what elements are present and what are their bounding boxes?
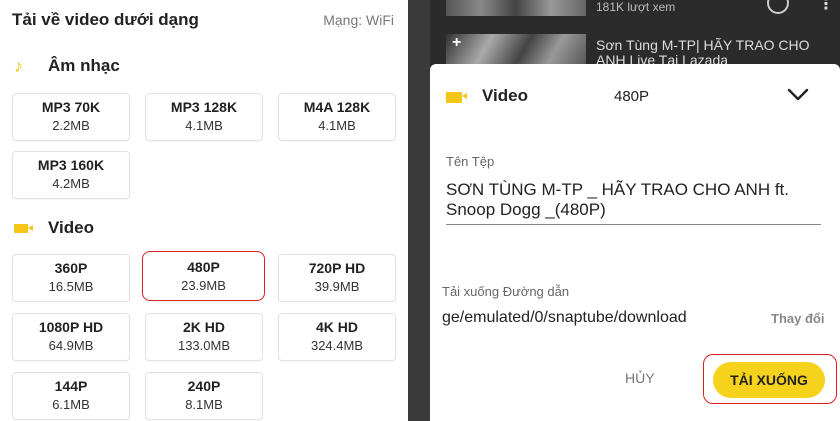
format-size: 64.9MB [48,338,94,353]
format-quality: 720P HD [308,260,366,276]
download-sheet: Video 480P Tên Tệp SƠN TÙNG M-TP _ HÃY T… [430,64,840,421]
chevron-down-icon[interactable] [786,82,810,106]
download-button-highlight: TẢI XUỐNG [703,354,837,404]
format-quality: MP3 128K [170,99,238,115]
format-option-mp3-160k[interactable]: MP3 160K 4.2MB [12,151,130,199]
music-section-header: ♪ Âm nhạc [14,56,120,76]
video-thumbnail [446,0,586,16]
format-option-2k-hd[interactable]: 2K HD 133.0MB [145,313,263,361]
resolution-value[interactable]: 480P [614,88,649,105]
video-section-label: Video [48,218,94,237]
network-status: Mạng: WiFi [323,12,394,28]
format-quality: 1080P HD [38,319,104,335]
format-quality: 480P [187,259,220,275]
format-size: 16.5MB [48,279,94,294]
download-format-panel: Tải về video dưới dạng Mạng: WiFi ♪ Âm n… [0,0,408,421]
file-name-label: Tên Tệp [446,154,495,169]
format-option-m4a-128k[interactable]: M4A 128K 4.1MB [278,93,396,141]
view-count: 181K lượt xem [596,0,676,14]
format-option-mp3-128k[interactable]: MP3 128K 4.1MB [145,93,263,141]
format-option-4k-hd[interactable]: 4K HD 324.4MB [278,313,396,361]
cancel-button[interactable]: HỦY [625,370,655,386]
format-option-1080p-hd[interactable]: 1080P HD 64.9MB [12,313,130,361]
background-video-row: 181K lượt xem ⋮ [430,0,840,22]
format-quality: MP3 70K [41,99,101,115]
video-section-header: Video [14,218,94,238]
format-size: 2.2MB [52,118,90,133]
panel-title: Tải về video dưới dạng [12,10,199,29]
download-path-label: Tải xuống Đường dẫn [442,284,570,299]
format-size: 324.4MB [310,338,364,353]
format-size: 39.9MB [314,279,360,294]
format-option-720p-hd[interactable]: 720P HD 39.9MB [278,254,396,302]
download-circle-icon[interactable] [767,0,789,14]
format-size: 6.1MB [52,397,90,412]
format-size: 133.0MB [177,338,231,353]
format-option-mp3-70k[interactable]: MP3 70K 2.2MB [12,93,130,141]
format-quality: 4K HD [315,319,358,335]
format-option-144p[interactable]: 144P 6.1MB [12,372,130,420]
format-size: 8.1MB [185,397,223,412]
format-size: 23.9MB [181,278,226,293]
format-option-240p[interactable]: 240P 8.1MB [145,372,263,420]
more-options-icon[interactable]: ⋮ [818,0,834,14]
change-path-button[interactable]: Thay đổi [771,311,824,326]
download-button[interactable]: TẢI XUỐNG [713,362,825,398]
format-quality: 144P [54,378,88,394]
format-size: 4.1MB [185,118,223,133]
format-quality: 360P [54,260,88,276]
video-thumbnail[interactable] [446,34,586,66]
music-section-label: Âm nhạc [48,56,120,75]
format-size: 4.1MB [318,118,356,133]
format-option-360p[interactable]: 360P 16.5MB [12,254,130,302]
add-icon[interactable]: + [452,34,461,52]
screenshot-divider [408,0,430,421]
type-label: Video [482,86,528,105]
format-quality: 2K HD [182,319,225,335]
format-size: 4.2MB [52,176,90,191]
format-quality: M4A 128K [303,99,371,115]
format-quality: 240P [187,378,221,394]
file-name-field[interactable]: SƠN TÙNG M-TP _ HÃY TRAO CHO ANH ft. Sno… [446,180,821,225]
format-quality: MP3 160K [37,157,105,173]
format-option-480p-selected[interactable]: 480P 23.9MB [142,251,265,301]
download-dialog-screen: 181K lượt xem ⋮ + Sơn Tùng M-TP| HÃY TRA… [430,0,840,421]
video-camera-icon [14,223,36,233]
music-note-icon: ♪ [14,56,23,76]
video-camera-icon [446,90,467,108]
download-path-value: ge/emulated/0/snaptube/download [442,309,687,326]
